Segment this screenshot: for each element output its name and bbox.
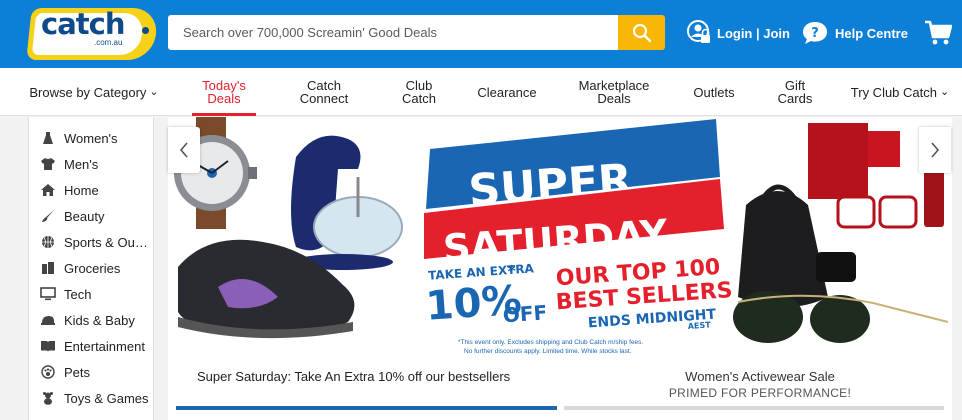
nav-outlets[interactable]: Outlets [684,68,744,116]
sidebar-item-label: Groceries [64,260,121,276]
sidebar-item-label: Beauty [64,208,105,224]
sidebar-item-label: Toys & Games [64,390,149,406]
slide-caption-2[interactable]: Women's Activewear Sale PRIMED FOR PERFO… [600,369,920,401]
search-button[interactable] [618,15,665,50]
nav-browse-by-category[interactable]: Browse by Category ⌄ [28,68,160,116]
sidebar-item-pets[interactable]: Pets [29,359,155,385]
nav-label-line2: Deals [207,91,241,106]
monitor-icon [38,287,58,301]
slide-caption-2-subtitle: PRIMED FOR PERFORMANCE! [668,386,852,400]
sidebar-item-kids-baby[interactable]: Kids & Baby [29,307,155,333]
banner-artwork: SUPER SATURDAY TAKE AN EXTRA 10% * OFF O… [174,117,949,355]
sidebar-item-label: Tech [64,286,92,302]
sidebar-item-entertainment[interactable]: Entertainment [29,333,155,359]
nav-label-line2: Deals [597,91,631,106]
sidebar-item-label: Home [64,182,99,198]
category-sidebar: Women's Men's Home Beauty Sports & Outdo… [28,117,154,420]
paw-icon [38,365,58,379]
logo-subtext: .com.au [94,38,123,47]
nav-label: Outlets [693,84,735,100]
chevron-left-icon [179,142,188,158]
chevron-right-icon [931,142,940,158]
basketball-icon [38,235,58,249]
sidebar-item-label: Pets [64,364,91,380]
promo-fine-print-1: *This event only. Excludes shipping and … [458,339,643,346]
sidebar-item-sports-outdoors[interactable]: Sports & Outdoors [29,229,155,255]
promo-off: OFF [502,300,548,327]
help-centre-link[interactable]: ? Help Centre [801,20,908,46]
nav-label-line2: Cards [777,91,813,106]
nav-gift-cards[interactable]: Gift Cards [770,68,820,116]
nav-clearance[interactable]: Clearance [470,68,544,116]
groceries-icon [38,261,58,275]
hero-carousel: SUPER SATURDAY TAKE AN EXTRA 10% * OFF O… [168,117,952,420]
sidebar-item-toys-games[interactable]: Toys & Games [29,385,155,411]
help-bubble-icon: ? [803,22,827,44]
sidebar-item-beauty[interactable]: Beauty [29,203,155,229]
svg-text:?: ? [811,26,819,41]
tshirt-icon [38,157,58,171]
nav-club-catch[interactable]: Club Catch [390,68,448,116]
brush-icon [38,209,58,223]
carousel-next-button[interactable] [919,127,951,173]
search-icon [632,23,651,42]
nav-label-line2: Catch [402,91,436,106]
dress-icon [38,131,58,145]
sidebar-item-tech[interactable]: Tech [29,281,155,307]
house-icon [38,183,58,197]
promo-aest: AEST [688,320,712,331]
slide-progress-active[interactable] [176,406,557,410]
sidebar-item-label: Kids & Baby [64,312,135,328]
nav-try-club-catch[interactable]: Try Club Catch ⌄ [846,68,954,116]
super-saturday-banner[interactable]: SUPER SATURDAY TAKE AN EXTRA 10% * OFF O… [168,117,952,360]
sidebar-item-groceries[interactable]: Groceries [29,255,155,281]
nav-label: Clearance [477,84,537,100]
stand-mixer-image [291,135,403,270]
sunglasses-image [733,291,949,343]
nav-label: Browse by Category [29,84,147,100]
sidebar-item-label: Entertainment [64,338,145,354]
help-label: Help Centre [835,25,908,41]
promo-fine-print-2: No further discounts apply. Limited time… [464,348,632,355]
nav-todays-deals[interactable]: Today's Deals [192,68,256,116]
nav-catch-connect[interactable]: Catch Connect [290,68,358,116]
search-input[interactable] [168,15,619,50]
top-header: catch .com.au Login | Join ? Help Centre [0,0,962,68]
nav-label-line2: Connect [299,91,349,106]
teddy-icon [38,391,58,405]
chevron-down-icon: ⌄ [940,85,950,98]
promo-panel: SUPER SATURDAY TAKE AN EXTRA 10% * OFF O… [424,119,733,355]
baby-icon [38,313,58,327]
chevron-down-icon: ⌄ [149,85,159,98]
login-link[interactable]: Login | Join [687,20,790,46]
sidebar-item-mens[interactable]: Men's [29,151,155,177]
user-lock-icon [687,20,710,43]
login-label: Login | Join [717,25,790,41]
slide-caption-2-title: Women's Activewear Sale [685,369,835,384]
sidebar-item-label: Women's [64,130,118,146]
cart-icon[interactable] [924,19,952,47]
book-icon [38,339,58,353]
sidebar-item-home[interactable]: Home [29,177,155,203]
nav-label: Try Club Catch [850,84,937,100]
logo-text[interactable]: catch [41,9,125,39]
slide-caption-1[interactable]: Super Saturday: Take An Extra 10% off ou… [197,369,510,384]
logo-dot [142,27,149,34]
slide-progress-inactive[interactable] [564,406,944,410]
nav-marketplace-deals[interactable]: Marketplace Deals [570,68,658,116]
main-nav: Browse by Category ⌄ Today's Deals Catch Co… [0,68,962,116]
sidebar-item-label: Sports & Outdoors [64,234,150,250]
carousel-prev-button[interactable] [168,127,200,173]
sidebar-item-label: Men's [64,156,99,172]
sidebar-item-womens[interactable]: Women's [29,125,155,151]
